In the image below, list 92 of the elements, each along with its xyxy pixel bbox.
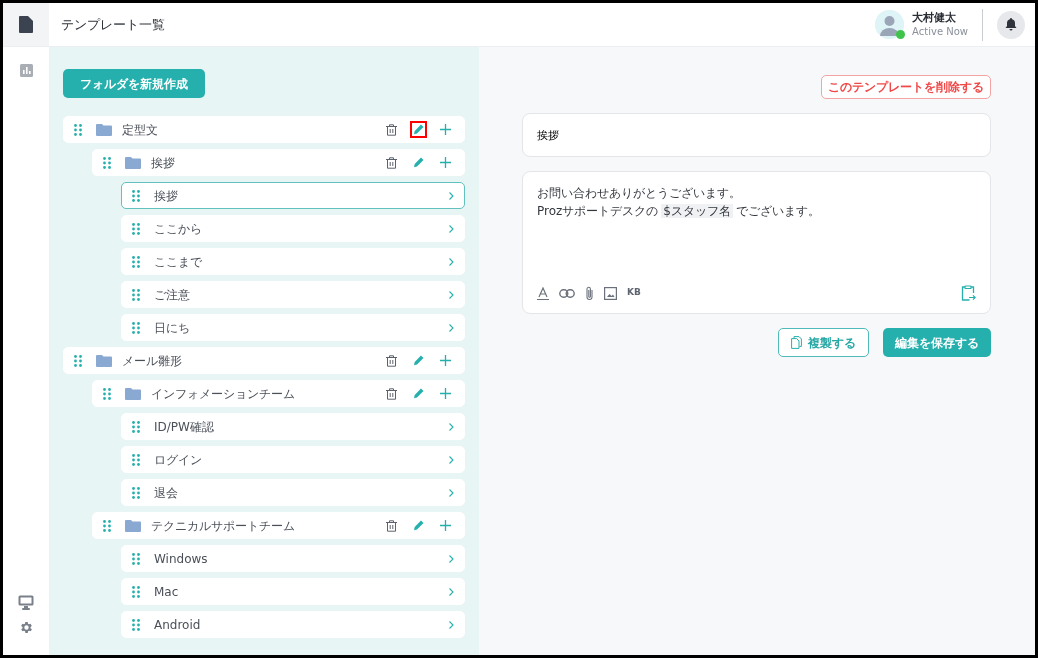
template-row[interactable]: ここから <box>121 215 465 242</box>
template-name: ここから <box>154 220 202 238</box>
chevron-right-icon <box>449 422 454 431</box>
drag-handle-icon[interactable] <box>132 585 140 598</box>
template-name: Mac <box>154 583 179 601</box>
paperclip-icon[interactable] <box>585 285 594 301</box>
template-row[interactable]: ここまで <box>121 248 465 275</box>
template-name: ID/PW確認 <box>154 418 214 436</box>
drag-handle-icon[interactable] <box>103 156 111 169</box>
folder-row[interactable]: インフォメーションチーム <box>92 380 465 407</box>
add-icon[interactable] <box>437 121 454 138</box>
drag-handle-icon[interactable] <box>132 189 140 202</box>
document-nav-button[interactable] <box>16 13 36 36</box>
folder-name: メール雛形 <box>122 352 182 370</box>
template-name: ご注意 <box>154 286 190 304</box>
title-input-field[interactable]: 挨拶 <box>522 113 991 157</box>
template-row[interactable]: ご注意 <box>121 281 465 308</box>
page-title: テンプレート一覧 <box>60 15 165 34</box>
folder-name: 挨拶 <box>151 154 175 172</box>
chevron-right-icon <box>449 224 454 233</box>
template-name: Windows <box>154 550 208 568</box>
folder-row[interactable]: テクニカルサポートチーム <box>92 512 465 539</box>
chart-icon <box>19 64 33 77</box>
folder-icon <box>125 156 141 169</box>
monitor-icon[interactable] <box>18 595 34 610</box>
template-name: ここまで <box>154 253 202 271</box>
drag-handle-icon[interactable] <box>132 420 140 433</box>
folder-row[interactable]: 挨拶 <box>92 149 465 176</box>
drag-handle-icon[interactable] <box>103 519 111 532</box>
user-status: Active Now <box>912 25 968 39</box>
user-name: 大村健太 <box>912 10 958 26</box>
drag-handle-icon[interactable] <box>132 486 140 499</box>
chevron-right-icon <box>449 488 454 497</box>
drag-handle-icon[interactable] <box>132 453 140 466</box>
link-icon[interactable] <box>559 288 575 298</box>
template-name: 日にち <box>154 319 190 337</box>
template-name: 退会 <box>154 484 178 502</box>
avatar <box>875 10 905 39</box>
template-row[interactable]: Android <box>121 611 465 638</box>
drag-handle-icon[interactable] <box>132 321 140 334</box>
drag-handle-icon[interactable] <box>132 618 140 631</box>
settings-icon[interactable] <box>18 620 34 635</box>
template-row[interactable]: 挨拶 <box>121 182 465 209</box>
chevron-right-icon <box>449 257 454 266</box>
template-name: ログイン <box>154 451 202 469</box>
chevron-right-icon <box>449 191 454 200</box>
add-icon[interactable] <box>437 517 454 534</box>
template-row[interactable]: Windows <box>121 545 465 572</box>
drag-handle-icon[interactable] <box>132 255 140 268</box>
template-name: 挨拶 <box>154 187 178 205</box>
chevron-right-icon <box>449 323 454 332</box>
drag-handle-icon[interactable] <box>74 354 82 367</box>
clipboard-icon[interactable] <box>961 285 976 301</box>
edit-icon[interactable] <box>410 121 427 138</box>
chevron-right-icon <box>449 290 454 299</box>
template-row[interactable]: 退会 <box>121 479 465 506</box>
document-icon <box>19 16 33 33</box>
message-editor[interactable]: お問い合わせありがとうございます。 Prozサポートデスクの $スタッフ名 でございます。 KB <box>522 171 991 314</box>
chevron-right-icon <box>449 620 454 629</box>
folder-row[interactable]: メール雛形 <box>63 347 465 374</box>
template-row[interactable]: Mac <box>121 578 465 605</box>
bell-icon <box>1005 18 1017 31</box>
template-row[interactable]: ID/PW確認 <box>121 413 465 440</box>
copy-icon <box>791 336 802 349</box>
drag-handle-icon[interactable] <box>132 288 140 301</box>
chevron-right-icon <box>449 554 454 563</box>
add-icon[interactable] <box>437 385 454 402</box>
image-icon[interactable] <box>604 286 617 300</box>
text-format-icon[interactable] <box>537 286 549 300</box>
template-row[interactable]: 日にち <box>121 314 465 341</box>
folder-name: 定型文 <box>122 121 158 139</box>
folder-icon <box>96 354 112 367</box>
chevron-right-icon <box>449 587 454 596</box>
folder-icon <box>125 519 141 532</box>
add-icon[interactable] <box>437 154 454 171</box>
folder-name: テクニカルサポートチーム <box>151 517 295 535</box>
notification-bell-button[interactable] <box>997 10 1025 39</box>
add-icon[interactable] <box>437 352 454 369</box>
template-name: Android <box>154 616 201 634</box>
drag-handle-icon[interactable] <box>132 222 140 235</box>
chevron-right-icon <box>449 455 454 464</box>
folder-icon <box>96 123 112 136</box>
drag-handle-icon[interactable] <box>103 387 111 400</box>
template-row[interactable]: ログイン <box>121 446 465 473</box>
knowledge-base-button[interactable]: KB <box>627 286 641 300</box>
folder-icon <box>125 387 141 400</box>
folder-row[interactable]: 定型文 <box>63 116 465 143</box>
message-body-text: お問い合わせありがとうございます。 Prozサポートデスクの $スタッフ名 でございます。 <box>537 185 821 220</box>
drag-handle-icon[interactable] <box>132 552 140 565</box>
folder-name: インフォメーションチーム <box>151 385 295 403</box>
drag-handle-icon[interactable] <box>74 123 82 136</box>
delete-template-button[interactable]: このテンプレートを削除する <box>821 75 991 99</box>
